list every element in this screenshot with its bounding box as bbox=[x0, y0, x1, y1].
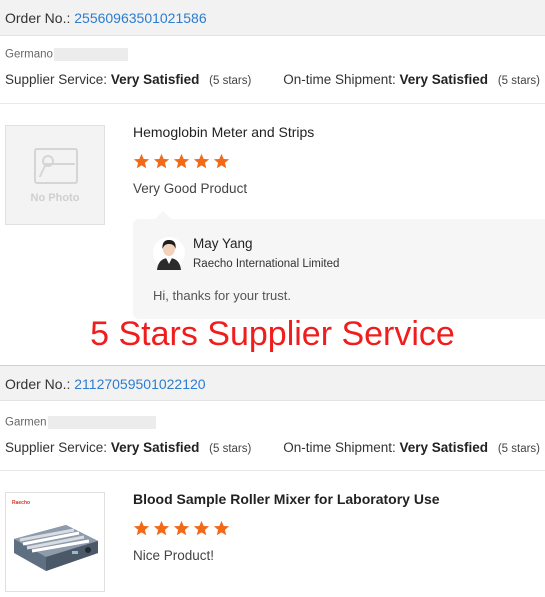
buyer-name: Germano bbox=[5, 48, 128, 61]
order-number-link[interactable]: 25560963501021586 bbox=[74, 10, 206, 26]
rating-line: Supplier Service: Very Satisfied (5 star… bbox=[0, 67, 545, 93]
order-header: Order No.: 21127059501022120 bbox=[0, 365, 545, 401]
star-rating bbox=[133, 520, 230, 540]
product-thumbnail[interactable]: Raecho bbox=[5, 492, 105, 592]
product-thumbnail[interactable]: No Photo bbox=[5, 125, 105, 225]
overlay-caption: 5 Stars Supplier Service bbox=[90, 315, 455, 353]
supplier-service-rating: Supplier Service: Very Satisfied (5 star… bbox=[5, 440, 252, 455]
rating-line: Supplier Service: Very Satisfied (5 star… bbox=[0, 435, 545, 461]
order-header: Order No.: 25560963501021586 bbox=[0, 0, 545, 36]
product-title-link[interactable]: Blood Sample Roller Mixer for Laboratory… bbox=[133, 491, 440, 507]
reply-author-name: May Yang bbox=[193, 236, 253, 251]
star-icon bbox=[153, 153, 170, 169]
masked-name bbox=[47, 416, 156, 429]
reply-message: Hi, thanks for your trust. bbox=[153, 288, 291, 303]
brand-logo: Raecho bbox=[12, 500, 30, 506]
supplier-reply: May Yang Raecho International Limited Hi… bbox=[133, 211, 545, 319]
order-label: Order No.: bbox=[5, 10, 71, 26]
supplier-service-rating: Supplier Service: Very Satisfied (5 star… bbox=[5, 72, 252, 87]
star-rating bbox=[133, 153, 230, 173]
star-icon bbox=[193, 520, 210, 536]
image-placeholder-icon bbox=[34, 148, 78, 184]
star-icon bbox=[173, 153, 190, 169]
star-icon bbox=[153, 520, 170, 536]
star-icon bbox=[133, 153, 150, 169]
divider bbox=[0, 103, 545, 104]
star-icon bbox=[213, 153, 230, 169]
order-label: Order No.: bbox=[5, 376, 71, 392]
roller-mixer-image: Raecho bbox=[12, 500, 98, 571]
shipment-rating: On-time Shipment: Very Satisfied (5 star… bbox=[283, 440, 540, 455]
avatar bbox=[153, 237, 185, 270]
no-photo-label: No Photo bbox=[30, 192, 80, 204]
reply-company-name: Raecho International Limited bbox=[193, 258, 340, 270]
buyer-name: Garmen bbox=[5, 416, 156, 429]
masked-name bbox=[53, 48, 128, 61]
product-title-link[interactable]: Hemoglobin Meter and Strips bbox=[133, 124, 314, 140]
order-number-link[interactable]: 21127059501022120 bbox=[74, 376, 205, 392]
star-icon bbox=[173, 520, 190, 536]
shipment-rating: On-time Shipment: Very Satisfied (5 star… bbox=[283, 72, 540, 87]
review-text: Nice Product! bbox=[133, 548, 215, 563]
review-text: Very Good Product bbox=[133, 181, 248, 196]
star-icon bbox=[133, 520, 150, 536]
star-icon bbox=[213, 520, 230, 536]
divider bbox=[0, 470, 545, 471]
star-icon bbox=[193, 153, 210, 169]
